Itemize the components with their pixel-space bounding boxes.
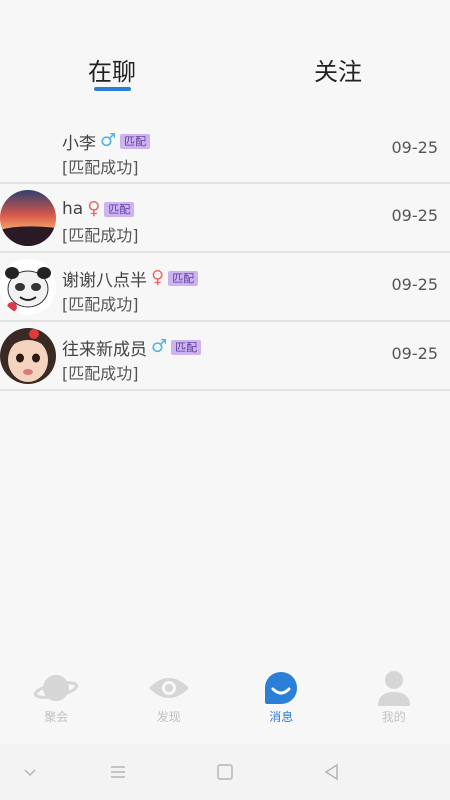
nav-item-discover[interactable]: 发现 [113,664,226,744]
eye-icon [148,678,189,698]
top-tab-bar: 在聊 关注 [0,0,450,110]
nav-label: 消息 [269,710,294,724]
conversation-list: 小李 ♂ 匹配 [匹配成功] 09-25 ha ♀ 匹配 [匹配成功] 09-2… [0,116,450,391]
message-date: 09-25 [391,275,439,294]
menu-icon[interactable] [108,762,128,782]
name-line: ha ♀ 匹配 [62,198,135,220]
female-gender-icon: ♀ [87,198,101,219]
contact-name: 往来新成员 [62,339,147,360]
message-date: 09-25 [391,344,439,363]
nav-label: 发现 [156,710,181,724]
nav-item-me[interactable]: 我的 [338,664,450,744]
male-gender-icon: ♂ [151,336,168,357]
male-gender-icon: ♂ [100,130,117,151]
message-preview: [匹配成功] [62,226,139,245]
message-bubble-icon [265,672,298,704]
chevron-down-icon[interactable] [20,762,40,782]
name-line: 谢谢八点半 ♀ 匹配 [62,267,199,291]
name-line: 往来新成员 ♂ 匹配 [62,336,202,360]
planet-icon [34,675,79,701]
avatar[interactable] [0,328,56,384]
nav-label: 我的 [381,710,406,724]
conversation-row[interactable]: 小李 ♂ 匹配 [匹配成功] 09-25 [0,116,450,184]
nav-label: 聚会 [44,710,69,724]
name-line: 小李 ♂ 匹配 [62,130,151,154]
contact-name: ha [62,199,84,219]
message-date: 09-25 [391,206,439,225]
conversation-row[interactable]: 谢谢八点半 ♀ 匹配 [匹配成功] 09-25 [0,253,450,322]
avatar[interactable] [0,259,56,315]
message-preview: [匹配成功] [62,295,139,314]
message-date: 09-25 [391,138,439,157]
contact-name: 小李 [62,133,96,154]
conversation-row[interactable]: ha ♀ 匹配 [匹配成功] 09-25 [0,184,450,253]
nav-item-party[interactable]: 聚会 [0,664,113,744]
conversation-row[interactable]: 往来新成员 ♂ 匹配 [匹配成功] 09-25 [0,322,450,391]
system-nav-bar [0,744,450,800]
tab-chatting[interactable]: 在聊 [82,52,142,92]
avatar[interactable] [0,190,56,246]
tab-following[interactable]: 关注 [308,52,368,92]
match-badge: 匹配 [171,339,202,355]
match-badge: 匹配 [168,270,199,286]
active-tab-indicator [94,87,131,91]
nav-item-messages[interactable]: 消息 [225,664,338,744]
match-badge: 匹配 [104,201,135,217]
home-square-icon[interactable] [215,762,235,782]
match-badge: 匹配 [120,133,151,149]
message-preview: [匹配成功] [62,364,139,383]
bottom-nav: 聚会 发现 消息 我的 [0,664,450,744]
person-icon [377,671,410,706]
back-triangle-icon[interactable] [322,762,342,782]
contact-name: 谢谢八点半 [62,270,147,291]
female-gender-icon: ♀ [151,267,165,288]
message-preview: [匹配成功] [62,158,139,177]
